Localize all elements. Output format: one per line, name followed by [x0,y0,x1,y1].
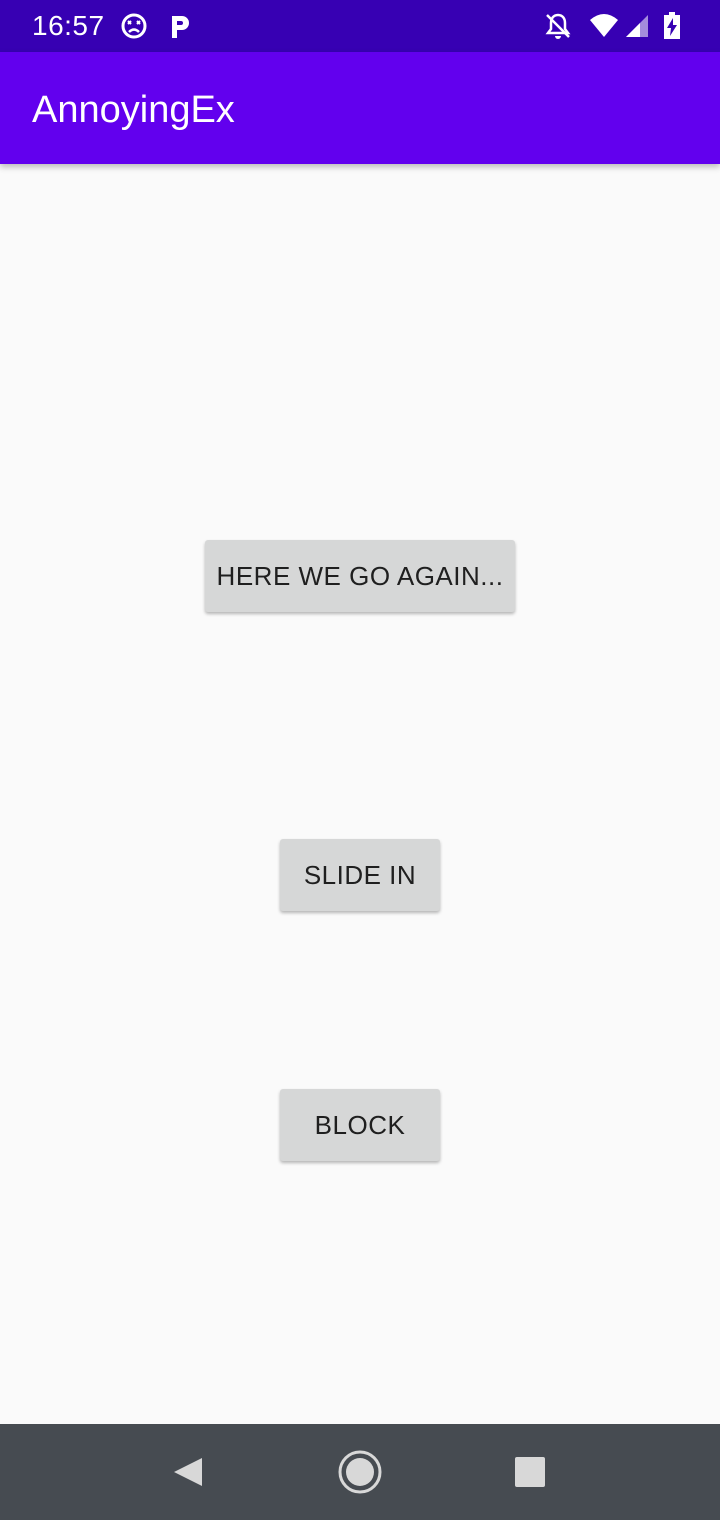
notifications-off-icon [545,13,571,39]
app-bar: AnnoyingEx [0,52,720,164]
navigation-bar [0,1424,720,1520]
slide-in-button[interactable]: SLIDE IN [280,839,440,911]
home-icon[interactable] [336,1448,384,1496]
app-title: AnnoyingEx [32,89,235,131]
here-we-go-again-button[interactable]: HERE WE GO AGAIN... [205,540,515,612]
status-time: 16:57 [32,10,105,41]
battery-charging-icon [664,12,680,39]
status-bar: 16:57 [0,0,720,52]
screen: 16:57 AnnoyingEx HERE WE GO AGAIN... SLI… [0,0,720,1520]
wifi-icon [590,14,618,37]
cell-signal-icon [626,15,648,37]
dead-face-icon [121,13,147,39]
recents-icon[interactable] [506,1448,554,1496]
back-icon[interactable] [164,1448,212,1496]
parking-p-icon [172,16,189,38]
block-button[interactable]: BLOCK [280,1089,440,1161]
